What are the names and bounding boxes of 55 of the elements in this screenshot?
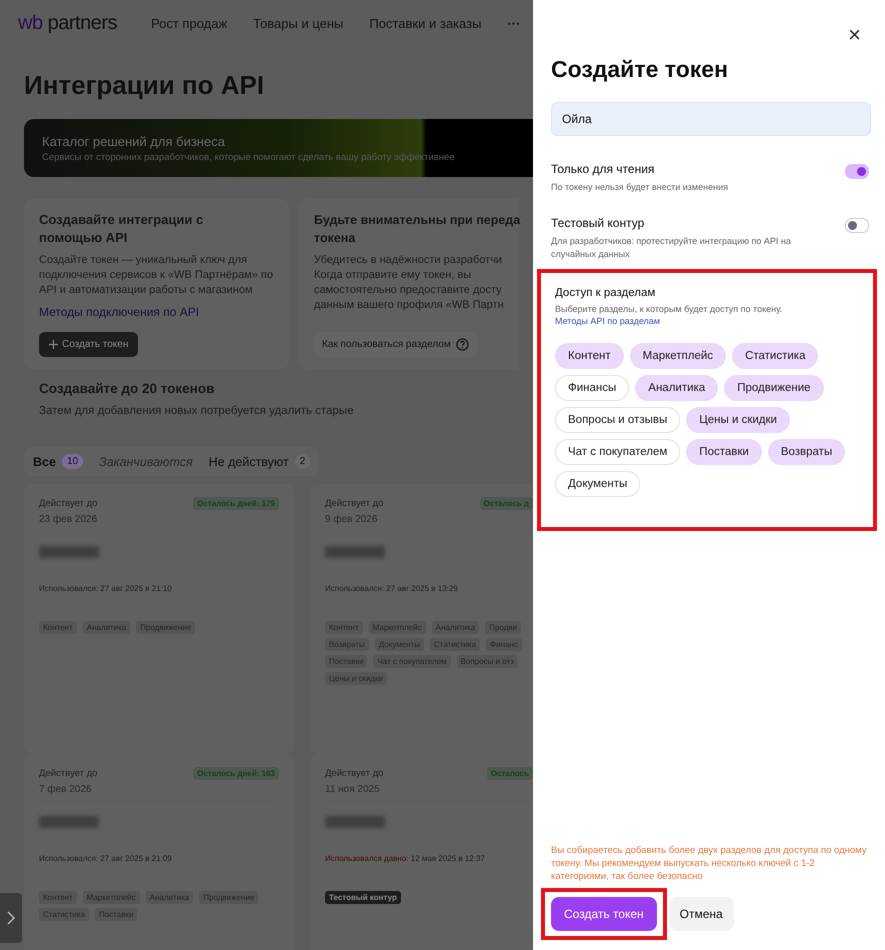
last-used-text: Использовался: 27 авг 2025 в 21:10 (39, 584, 173, 593)
section-chip[interactable]: Цены и скидки (686, 407, 790, 433)
expand-sidebar-button[interactable] (0, 893, 22, 943)
redacted-name (325, 546, 385, 558)
section-chip[interactable]: Документы (555, 471, 640, 497)
limit-text: Затем для добавления новых потребуется удалить старые (39, 405, 355, 417)
section-chip[interactable]: Продвижение (724, 375, 824, 401)
access-hint: Выберите разделы, к которым будет доступ по токену. Методы API по разделам (555, 303, 784, 327)
cancel-button[interactable]: Отмена (668, 897, 734, 931)
info-text: Убедитесь в надёжности разработчи Когда отправите ему токен, вы самостоятельно предоставите досту данным вашего профиля «WB Партн (314, 253, 505, 313)
toggle-label: Тестовый контур (551, 216, 646, 230)
close-button[interactable]: × (844, 22, 865, 48)
last-used-text: Использовался: 27 авг 2025 в 21:09 (39, 854, 173, 863)
redacted-name (39, 546, 99, 558)
access-title: Доступ к разделам (555, 287, 656, 299)
last-used-text: Использовался: 27 авг 2025 в 13:29 (325, 584, 459, 593)
section-chip[interactable]: Чат с покупателем (555, 439, 680, 465)
api-methods-link[interactable]: Методы API по разделам (555, 316, 660, 326)
chevron-right-icon (7, 911, 15, 925)
test-tag: Тестовый контур (325, 891, 401, 904)
plus-icon (49, 340, 58, 349)
section-chip[interactable]: Финансы (555, 375, 630, 401)
valid-label: Действует до (325, 768, 384, 779)
valid-label: Действует до (325, 498, 384, 509)
panel-title: Создайте токен (551, 56, 729, 83)
filter-tab[interactable]: Все 10 (27, 450, 90, 473)
limit-title: Создавайте до 20 токенов (39, 381, 216, 396)
info-title: Будьте внимательны при переда токена (314, 212, 522, 247)
banner-subtitle: Сервисы от сторонних разработчиков, которые помогают сделать вашу работу эффективнее (42, 152, 456, 162)
toggle-switch[interactable] (845, 218, 869, 233)
warning-text: Вы собираетесь добавить более двух разделов для доступа по одному токену. Мы рекомендуем выпускать несколько ключей с 1-2 категориями, так более безопасно (551, 844, 868, 883)
valid-label: Действует до (39, 768, 98, 779)
section-chip[interactable]: Статистика (732, 343, 818, 369)
toggle-label: Только для чтения (551, 162, 656, 176)
last-used-text: Использовался давно: 12 мая 2025 в 12:37 (325, 854, 486, 863)
section-chip[interactable]: Вопросы и отзывы (555, 407, 680, 433)
redacted-name (325, 816, 385, 828)
valid-label: Действует до (39, 498, 98, 509)
section-chip[interactable]: Маркетплейс (630, 343, 726, 369)
section-chip[interactable]: Контент (555, 343, 624, 369)
section-chip[interactable]: Поставки (686, 439, 762, 465)
info-title: Создавайте интеграции с помощью API (39, 211, 204, 247)
page-title: Интеграции по API (24, 70, 266, 101)
info-text: Создайте токен — уникальный ключ для подключения сервисов к «WB Партнёрам» по API и автоматизации работы с магазином (39, 253, 274, 298)
token-name-field[interactable]: Ойла (551, 102, 871, 136)
create-token-button[interactable]: Создать токен (39, 332, 138, 357)
banner-title: Каталог решений для бизнеса (42, 134, 226, 148)
toggle-switch[interactable] (845, 164, 869, 179)
submit-button[interactable]: Создать токен (551, 897, 657, 931)
section-chip[interactable]: Возвраты (768, 439, 846, 465)
toggle-hint: По токену нельзя будет внести изменения (551, 181, 729, 194)
section-chip[interactable]: Аналитика (635, 375, 718, 401)
help-icon (456, 338, 469, 351)
redacted-name (39, 816, 99, 828)
toggle-hint: Для разработчиков: протестируйте интеграцию по API на случайных данных (551, 235, 792, 261)
